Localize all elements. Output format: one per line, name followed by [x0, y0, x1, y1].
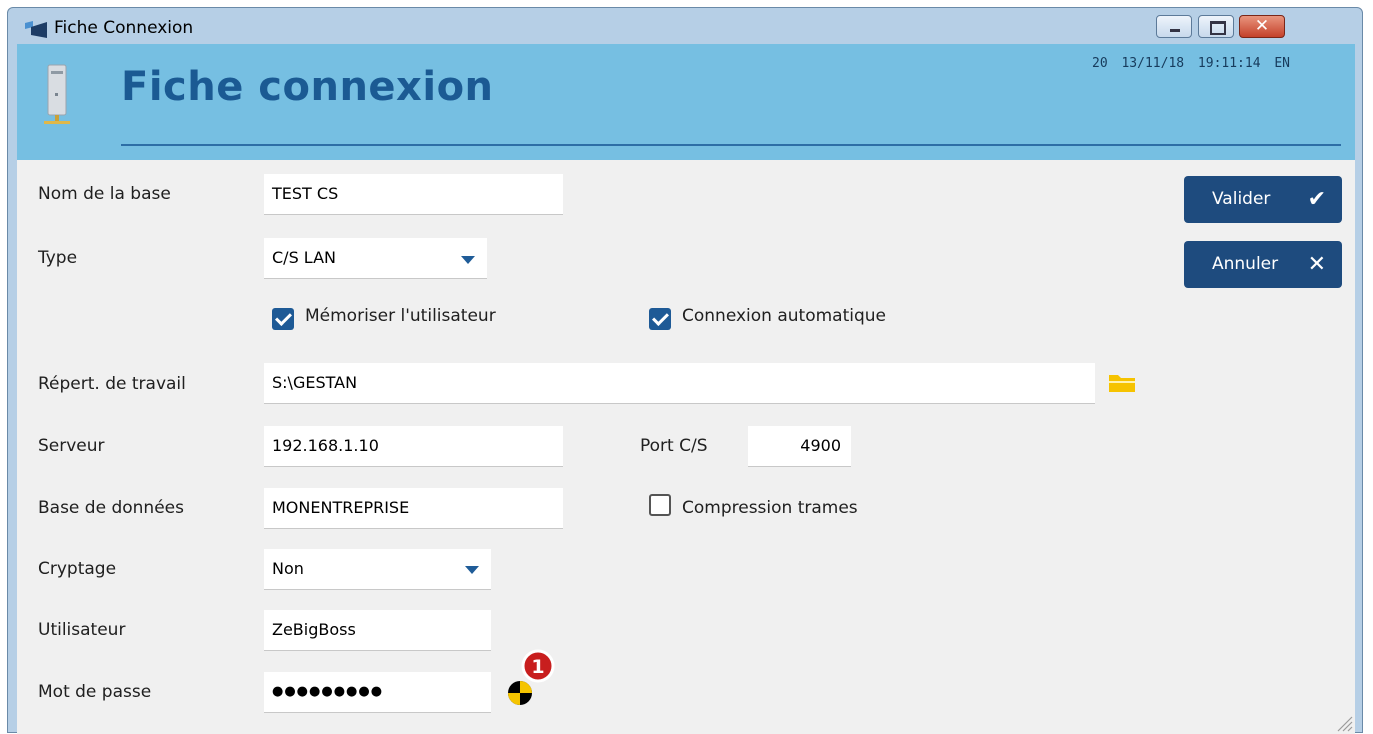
page-title: Fiche connexion — [121, 64, 494, 110]
memoriser-checkbox[interactable] — [272, 308, 294, 330]
status-info: 20 13/11/18 19:11:14 EN — [1092, 56, 1291, 71]
annuler-label: Annuler — [1212, 254, 1279, 274]
cryptage-select[interactable]: Non — [264, 549, 491, 590]
valider-button[interactable]: Valider ✔ — [1184, 176, 1342, 223]
page-header: Fiche connexion 20 13/11/18 19:11:14 EN — [17, 44, 1355, 160]
check-icon: ✔ — [1307, 187, 1326, 212]
connexion-auto-label[interactable]: Connexion automatique — [682, 306, 886, 326]
base-donnees-label: Base de données — [38, 498, 184, 518]
type-label: Type — [38, 248, 78, 268]
valider-label: Valider — [1212, 189, 1271, 209]
close-window-button[interactable]: ✕ — [1239, 15, 1285, 38]
connexion-auto-checkbox[interactable] — [649, 308, 671, 330]
utilisateur-input[interactable]: ZeBigBoss — [264, 610, 491, 651]
app-logo-icon — [25, 21, 47, 38]
compression-label[interactable]: Compression trames — [682, 498, 858, 518]
base-donnees-input[interactable]: MONENTREPRISE — [264, 488, 563, 529]
type-dropdown-chevron-icon[interactable] — [461, 256, 475, 264]
cryptage-dropdown-chevron-icon[interactable] — [465, 566, 479, 574]
nom-base-input[interactable]: TEST CS — [264, 174, 563, 215]
type-select-value: C/S LAN — [272, 248, 336, 267]
repertoire-label: Répert. de travail — [38, 374, 186, 394]
minimize-button[interactable] — [1156, 15, 1192, 38]
memoriser-label[interactable]: Mémoriser l'utilisateur — [305, 306, 496, 326]
title-underline — [121, 144, 1341, 146]
resize-grip-icon[interactable] — [1335, 714, 1353, 732]
mot-de-passe-label: Mot de passe — [38, 682, 152, 702]
type-select[interactable]: C/S LAN — [264, 238, 487, 279]
maximize-button[interactable] — [1198, 15, 1234, 38]
port-label: Port C/S — [640, 436, 708, 456]
cancel-x-icon: ✕ — [1307, 252, 1326, 277]
compression-checkbox[interactable] — [649, 494, 671, 516]
password-badge-count: 1 — [531, 656, 544, 678]
utilisateur-label: Utilisateur — [38, 620, 126, 640]
server-icon — [44, 64, 70, 124]
form-area: Nom de la base TEST CS Type C/S LAN Mémo… — [17, 160, 1355, 734]
dialog-window: Fiche Connexion ✕ Fiche connexion 20 13/… — [7, 7, 1363, 734]
cryptage-select-value: Non — [272, 559, 304, 578]
close-icon: ✕ — [1254, 16, 1270, 36]
repertoire-input[interactable]: S:\GESTAN — [264, 363, 1095, 404]
serveur-input[interactable]: 192.168.1.10 — [264, 426, 563, 467]
window-title: Fiche Connexion — [54, 18, 194, 38]
serveur-label: Serveur — [38, 436, 105, 456]
title-bar[interactable]: Fiche Connexion ✕ — [8, 8, 1362, 44]
nom-base-label: Nom de la base — [38, 184, 171, 204]
cryptage-label: Cryptage — [38, 559, 117, 579]
password-strength-icon[interactable]: 1 — [503, 648, 565, 710]
mot-de-passe-input[interactable]: ●●●●●●●●● — [264, 672, 491, 713]
port-input[interactable]: 4900 — [748, 426, 851, 467]
folder-icon[interactable] — [1108, 373, 1136, 393]
annuler-button[interactable]: Annuler ✕ — [1184, 241, 1342, 288]
